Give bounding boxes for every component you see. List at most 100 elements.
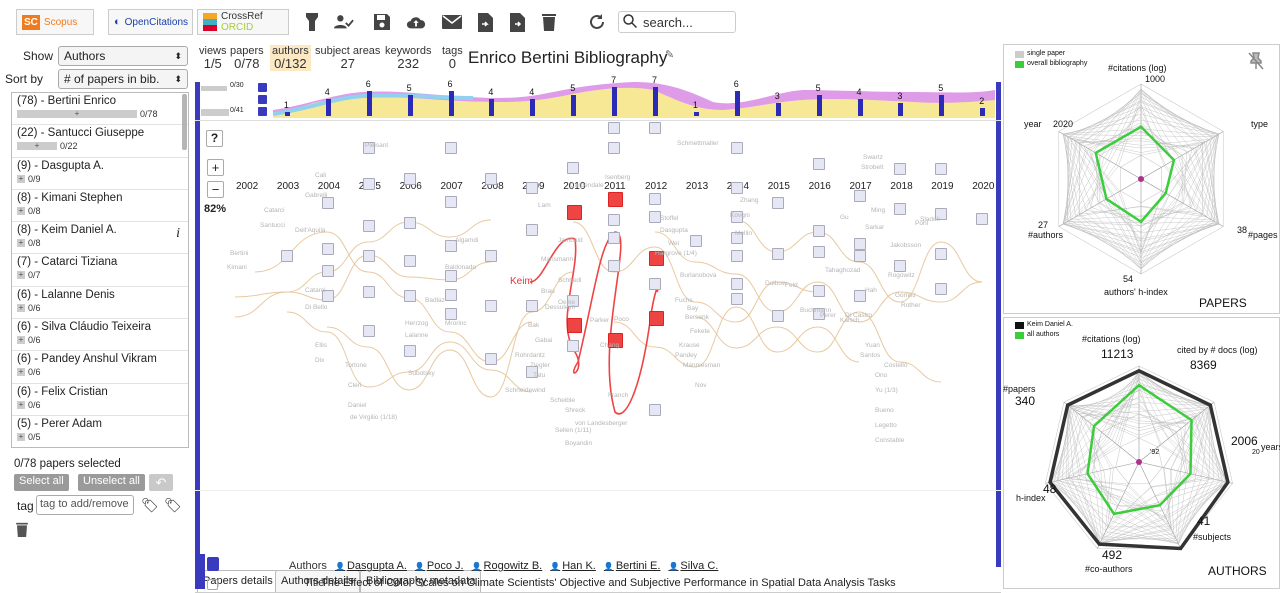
paper-node[interactable] [608,122,621,134]
paper-node[interactable] [689,235,702,247]
paper-count-bar[interactable] [325,99,331,116]
stat-views[interactable]: views 1/5 [199,45,227,71]
paper-node[interactable] [362,220,375,232]
file-export-icon[interactable] [507,12,527,32]
crossref-orcid-button[interactable]: CrossRef ORCID [197,9,289,35]
paper-count-bar[interactable] [530,99,536,116]
paper-node[interactable] [935,248,948,260]
stat-subject-areas[interactable]: subject areas 27 [315,45,380,71]
paper-node[interactable] [485,300,498,312]
paper-count-bar[interactable] [939,95,945,116]
paper-node[interactable] [649,278,661,290]
paper-node[interactable] [608,232,621,244]
author-list-item[interactable]: (6) - Pandey Anshul Vikram +0/6 [12,351,188,384]
paper-node[interactable] [730,293,743,305]
user-check-icon[interactable] [334,12,354,32]
paper-node[interactable] [649,193,661,205]
unselect-all-button[interactable]: Unselect all [78,474,145,491]
paper-count-bar[interactable] [366,90,372,116]
trash-tag-icon[interactable] [16,522,28,540]
paper-count-bar[interactable] [407,95,413,116]
paper-node[interactable] [730,250,743,262]
paper-node[interactable] [812,158,825,170]
paper-node[interactable] [812,225,825,237]
stat-authors[interactable]: authors 0/132 [270,45,311,71]
paper-node[interactable] [444,308,457,320]
paper-node[interactable] [853,290,866,302]
opencitations-button[interactable]: ◐ OpenCitations [108,9,193,35]
mail-icon[interactable] [442,12,462,32]
paper-count-bar[interactable] [693,111,699,116]
highlighted-paper-node[interactable] [608,192,624,207]
author-list-item[interactable]: (8) - Keim Daniel A. +0/8 i [12,222,188,255]
paper-node[interactable] [362,250,375,262]
paper-node[interactable] [730,142,743,154]
paper-node[interactable] [403,217,416,229]
paper-node[interactable] [403,345,416,357]
paper-node[interactable] [771,310,784,322]
paper-node[interactable] [730,278,743,290]
save-icon[interactable] [372,12,392,32]
show-select[interactable]: Authors ⬍ [58,46,188,66]
paper-node[interactable] [526,300,539,312]
author-list-item[interactable]: (6) - Felix Cristian +0/6 [12,384,188,416]
info-icon[interactable]: i [176,226,180,242]
paper-count-bar[interactable] [612,86,618,116]
paper-author-link[interactable]: 👤 Bertini E. [604,560,661,572]
paper-node[interactable] [853,190,866,202]
author-list-item[interactable]: (6) - Silva Cláudio Teixeira +0/6 [12,319,188,352]
flashlight-icon[interactable] [302,12,322,32]
file-import-icon[interactable] [475,12,495,32]
paper-checkbox[interactable] [207,579,218,590]
paper-node[interactable] [444,196,457,208]
highlighted-paper-node[interactable] [567,318,583,333]
paper-node[interactable] [485,250,498,262]
paper-author-link[interactable]: 👤 Dasgupta A. [335,560,407,572]
paper-node[interactable] [730,182,743,194]
paper-count-bar[interactable] [980,107,986,116]
author-list-item[interactable]: (8) - Kimani Stephen +0/8 [12,190,188,223]
select-all-button[interactable]: Select all [14,474,69,491]
paper-node[interactable] [526,182,539,194]
paper-node[interactable] [403,255,416,267]
paper-node[interactable] [608,214,621,226]
paper-node[interactable] [362,178,375,190]
paper-node[interactable] [444,142,457,154]
paper-node[interactable] [812,285,825,297]
paper-node[interactable] [894,260,907,272]
tag-remove-icon[interactable]: 🏷 [164,497,182,514]
paper-node[interactable] [935,163,948,175]
paper-count-bar[interactable] [653,86,658,116]
paper-node[interactable] [485,173,498,185]
paper-node[interactable] [771,248,784,260]
paper-node[interactable] [362,325,375,337]
stat-papers[interactable]: papers 0/78 [230,45,264,71]
paper-node[interactable] [894,203,907,215]
author-list-item[interactable]: (7) - Catarci Tiziana +0/7 [12,254,188,287]
paper-node[interactable] [894,163,907,175]
sortby-select[interactable]: # of papers in bib. ⬍ [58,69,188,89]
paper-node[interactable] [935,283,948,295]
author-list-item[interactable]: (22) - Santucci Giuseppe +0/22 [12,125,188,158]
paper-count-bar[interactable] [489,99,495,116]
tag-input[interactable]: tag to add/remove [36,495,134,515]
stat-tags[interactable]: tags 0 [442,45,463,71]
paper-count-bar[interactable] [857,99,863,116]
paper-node[interactable] [976,213,989,225]
edit-pencil-icon[interactable]: ✎ [665,48,674,61]
paper-author-link[interactable]: 👤 Han K. [550,560,596,572]
paper-author-link[interactable]: 👤 Rogowitz B. [472,560,543,572]
paper-author-link[interactable]: 👤 Poco J. [415,560,464,572]
paper-node[interactable] [567,340,580,352]
paper-node[interactable] [485,353,498,365]
tag-add-icon[interactable]: 🏷 [141,497,159,514]
search-input[interactable]: search... [643,15,693,30]
paper-node[interactable] [321,265,334,277]
highlighted-paper-node[interactable] [567,205,583,220]
author-list-item[interactable]: (5) - Perer Adam +0/5 [12,416,188,447]
paper-author-link[interactable]: 👤 Silva C. [668,560,718,572]
paper-node[interactable] [526,224,539,236]
paper-count-bar[interactable] [734,90,740,116]
cloud-upload-icon[interactable] [406,12,426,32]
paper-node[interactable] [608,260,621,272]
